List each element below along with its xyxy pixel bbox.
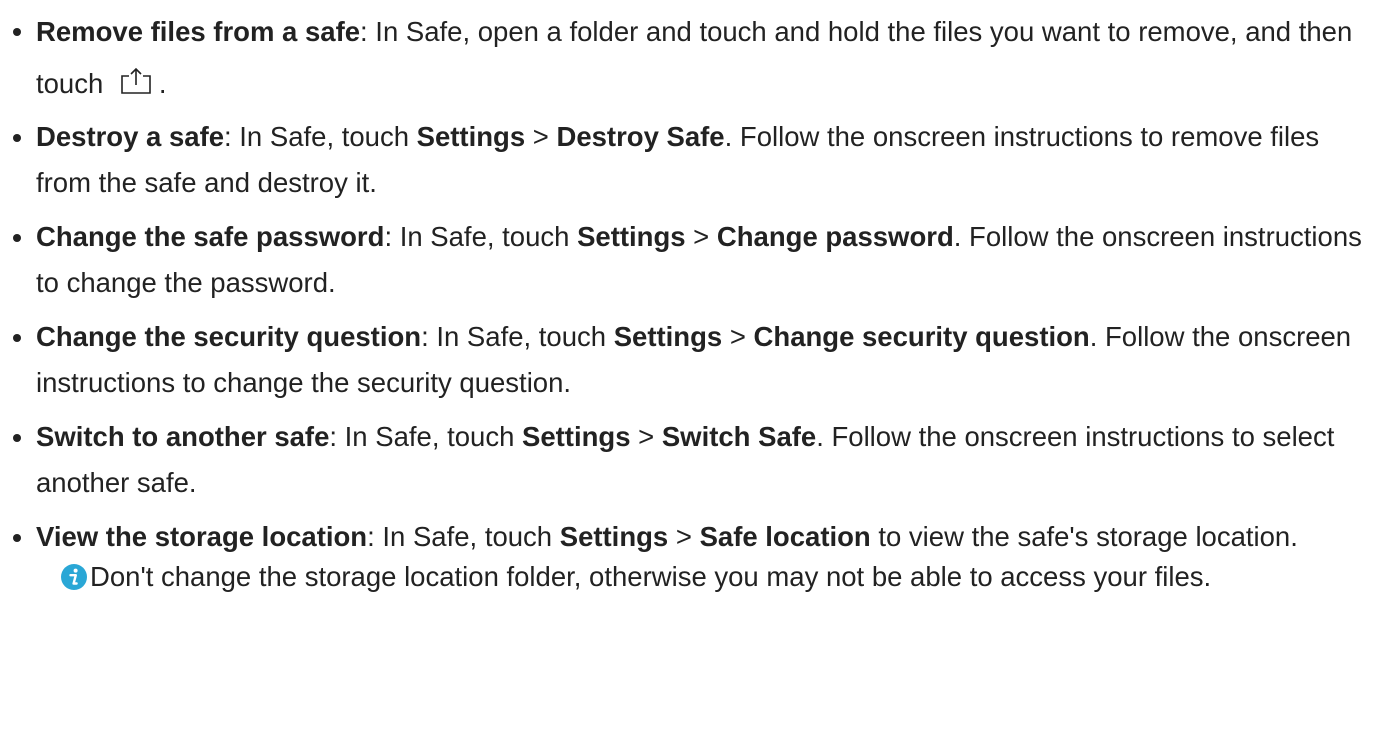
switch-safe-label: Switch Safe (661, 421, 817, 452)
item-text: : In Safe, touch (384, 221, 578, 252)
bullet-dot (13, 534, 21, 542)
list-item-change-security-question: Change the security question: In Safe, t… (0, 314, 1380, 406)
item-text: to view the safe's storage location. (870, 521, 1298, 552)
list-item-change-password: Change the safe password: In Safe, touch… (0, 214, 1380, 306)
path-separator: > (525, 121, 557, 152)
safe-location-label: Safe location (699, 521, 871, 552)
path-separator: > (630, 421, 662, 452)
item-text: : In Safe, touch (224, 121, 417, 152)
bullet-dot (13, 334, 21, 342)
list-item-switch-safe: Switch to another safe: In Safe, touch S… (0, 414, 1380, 506)
bullet-dot (13, 234, 21, 242)
list-item-remove-files: Remove files from a safe: In Safe, open … (0, 6, 1380, 110)
list-item-view-storage-location: View the storage location: In Safe, touc… (0, 514, 1380, 600)
settings-label: Settings (416, 121, 526, 152)
bullet-dot (13, 434, 21, 442)
share-icon (121, 67, 151, 94)
list-item-destroy-safe: Destroy a safe: In Safe, touch Settings … (0, 114, 1380, 206)
settings-label: Settings (522, 421, 631, 452)
destroy-safe-label: Destroy Safe (556, 121, 725, 152)
info-icon (61, 564, 87, 590)
info-note: Don't change the storage location folder… (36, 554, 1380, 600)
item-term: Destroy a safe (36, 121, 225, 152)
bullet-list: Remove files from a safe: In Safe, open … (0, 6, 1380, 608)
item-term: Change the security question (36, 321, 422, 352)
change-security-question-label: Change security question (753, 321, 1090, 352)
path-separator: > (722, 321, 754, 352)
item-text: : In Safe, touch (367, 521, 560, 552)
path-separator: > (685, 221, 717, 252)
bullet-dot (13, 134, 21, 142)
item-text: : In Safe, touch (329, 421, 523, 452)
item-text-end: . (158, 68, 167, 99)
document-page: Remove files from a safe: In Safe, open … (0, 0, 1380, 731)
item-term: Switch to another safe (36, 421, 330, 452)
path-separator: > (668, 521, 700, 552)
item-text: : In Safe, touch (421, 321, 614, 352)
note-text: Don't change the storage location folder… (90, 561, 1212, 592)
settings-label: Settings (577, 221, 686, 252)
item-term: Remove files from a safe (36, 16, 361, 47)
change-password-label: Change password (716, 221, 954, 252)
item-term: View the storage location (36, 521, 368, 552)
bullet-dot (13, 28, 21, 36)
settings-label: Settings (559, 521, 669, 552)
settings-label: Settings (613, 321, 723, 352)
item-term: Change the safe password (36, 221, 385, 252)
